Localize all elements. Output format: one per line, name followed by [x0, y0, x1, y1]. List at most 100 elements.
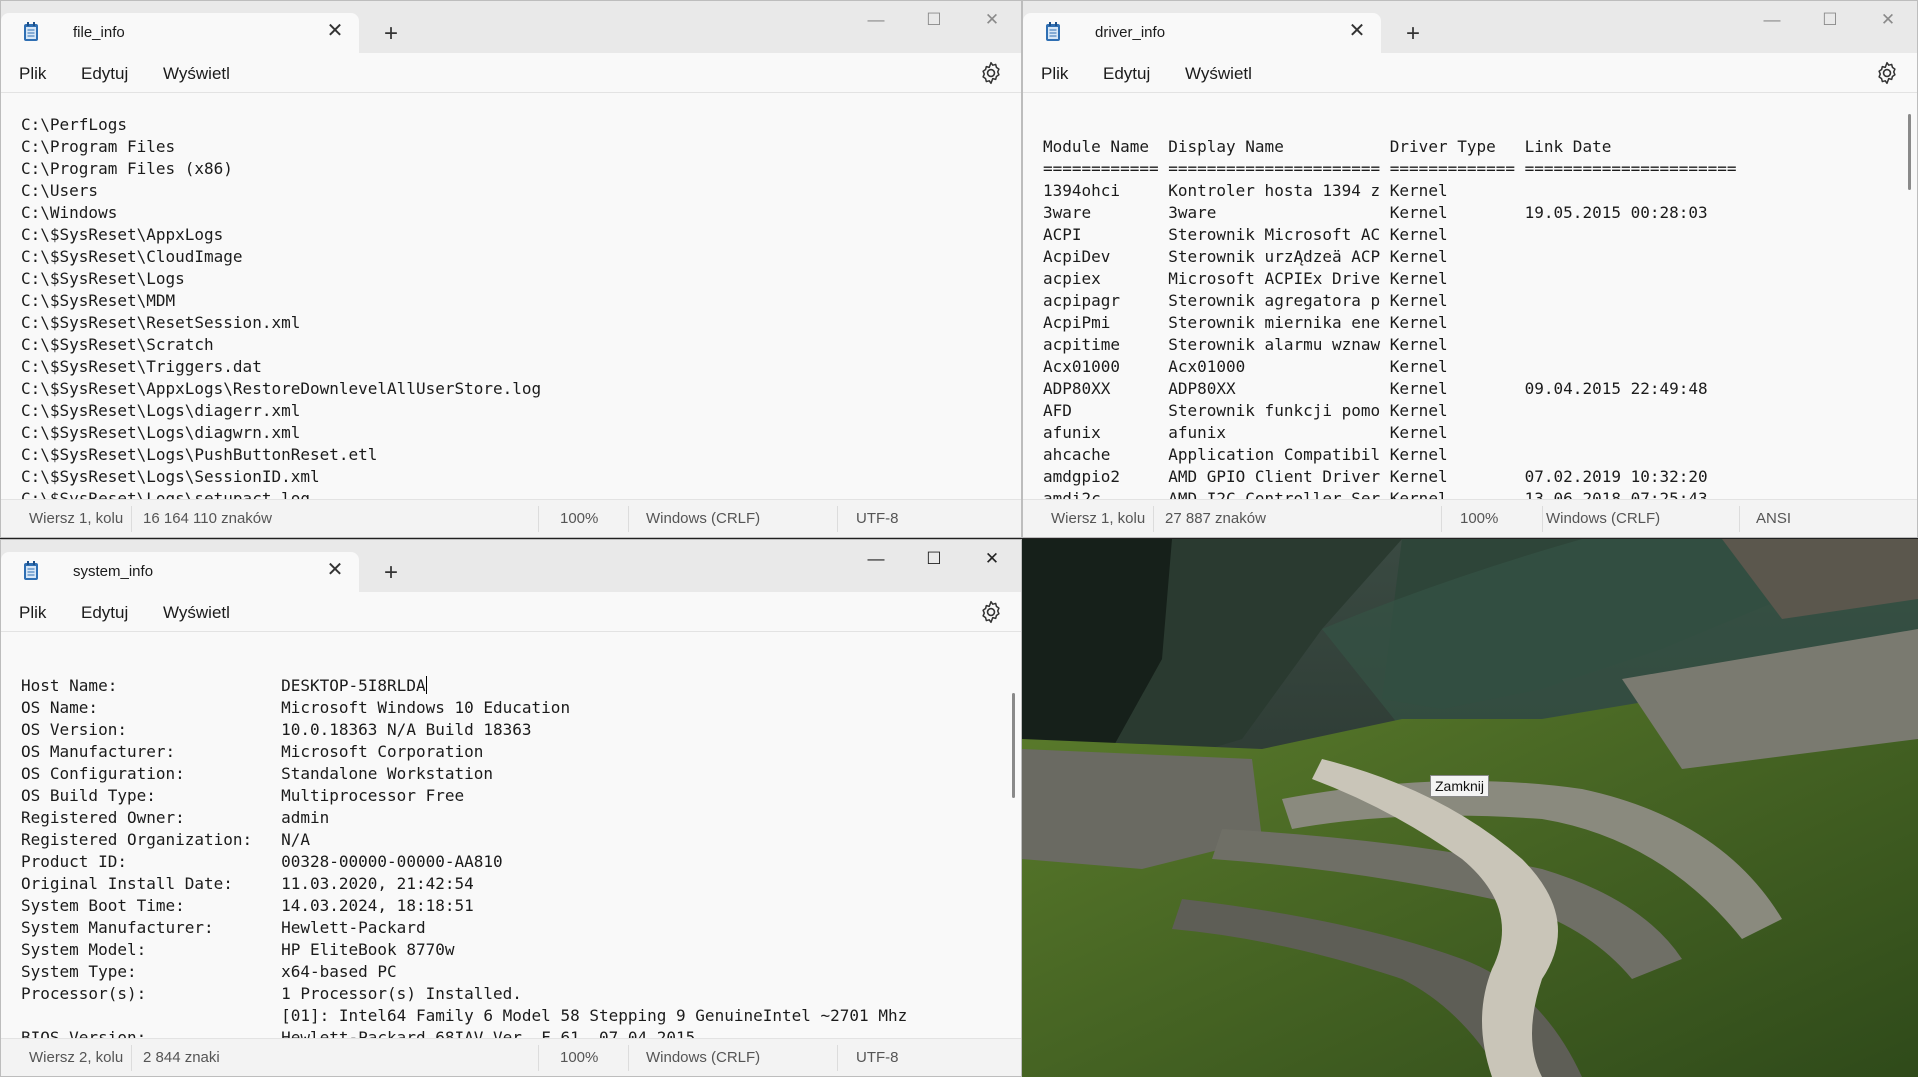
- text-line: Product ID: 00328-00000-00000-AA810: [21, 852, 503, 871]
- text-line: System Model: HP EliteBook 8770w: [21, 940, 455, 959]
- minimize-button[interactable]: —: [847, 1, 905, 39]
- text-line: OS Configuration: Standalone Workstation: [21, 764, 494, 783]
- text-line: C:\$SysReset\AppxLogs\RestoreDownlevelAl…: [21, 379, 542, 398]
- minimize-button[interactable]: —: [1743, 1, 1801, 39]
- status-zoom[interactable]: 100%: [1460, 510, 1498, 527]
- notepad-icon: [1046, 22, 1060, 41]
- close-icon: ✕: [984, 549, 1000, 568]
- new-tab-button[interactable]: +: [1398, 19, 1428, 49]
- menu-bar: Plik Edytuj Wyświetl: [1023, 53, 1917, 93]
- status-line-ending[interactable]: Windows (CRLF): [646, 510, 760, 527]
- tab-system-info[interactable]: system_info ✕: [1, 552, 359, 592]
- text-line: acpitime Sterownik alarmu wznaw Kernel: [1043, 335, 1448, 354]
- status-zoom[interactable]: 100%: [560, 1049, 598, 1066]
- menu-file[interactable]: Plik: [19, 64, 46, 84]
- tab-file-info[interactable]: file_info ✕: [1, 13, 359, 53]
- editor-text: Host Name: DESKTOP-5I8RLDA OS Name: Micro…: [21, 653, 907, 1038]
- maximize-button[interactable]: ☐: [1801, 1, 1859, 39]
- status-line-ending[interactable]: Windows (CRLF): [1546, 510, 1660, 527]
- vertical-scrollbar[interactable]: [1908, 114, 1911, 190]
- status-bar: Wiersz 2, kolu 2 844 znaki 100% Windows …: [1, 1038, 1021, 1076]
- status-char-count: 2 844 znaki: [143, 1049, 220, 1066]
- menu-view[interactable]: Wyświetl: [1185, 64, 1252, 84]
- plus-icon: +: [383, 559, 398, 586]
- text-line: AFD Sterownik funkcji pomo Kernel: [1043, 401, 1448, 420]
- close-icon: ✕: [984, 10, 1000, 29]
- desktop-wallpaper: [1022, 539, 1918, 1077]
- menu-edit[interactable]: Edytuj: [81, 603, 128, 623]
- text-line: C:\Program Files: [21, 137, 176, 156]
- close-icon: ✕: [326, 20, 344, 42]
- menu-edit[interactable]: Edytuj: [81, 64, 128, 84]
- status-encoding[interactable]: UTF-8: [856, 1049, 899, 1066]
- maximize-button[interactable]: ☐: [905, 540, 963, 578]
- gear-icon[interactable]: [1874, 60, 1900, 86]
- gear-icon[interactable]: [978, 599, 1004, 625]
- maximize-icon: ☐: [1822, 10, 1838, 29]
- text-line: 3ware 3ware Kernel 19.05.2015 00:28:03: [1043, 203, 1708, 222]
- menu-edit[interactable]: Edytuj: [1103, 64, 1150, 84]
- text-line: ============ ====================== ====…: [1043, 159, 1737, 178]
- close-window-button[interactable]: ✕: [1859, 1, 1917, 39]
- text-line: Host Name: DESKTOP-5I8RLDA: [21, 676, 427, 695]
- new-tab-button[interactable]: +: [376, 19, 406, 49]
- text-line: ahcache Application Compatibil Kernel: [1043, 445, 1448, 464]
- title-bar[interactable]: system_info ✕ + — ☐ ✕: [1, 540, 1021, 592]
- text-line: C:\$SysReset\CloudImage: [21, 247, 243, 266]
- vertical-scrollbar[interactable]: [1012, 693, 1015, 798]
- menu-bar: Plik Edytuj Wyświetl: [1, 592, 1021, 632]
- plus-icon: +: [383, 20, 398, 47]
- text-editor[interactable]: C:\PerfLogs C:\Program Files C:\Program Fi…: [1, 94, 1021, 499]
- text-line: ACPI Sterownik Microsoft AC Kernel: [1043, 225, 1448, 244]
- text-line: acpipagr Sterownik agregatora p Kernel: [1043, 291, 1448, 310]
- text-line: OS Build Type: Multiprocessor Free: [21, 786, 465, 805]
- menu-view[interactable]: Wyświetl: [163, 603, 230, 623]
- close-window-button[interactable]: ✕: [963, 540, 1021, 578]
- text-line: AcpiPmi Sterownik miernika ene Kernel: [1043, 313, 1448, 332]
- text-editor[interactable]: Host Name: DESKTOP-5I8RLDA OS Name: Micro…: [1, 633, 1021, 1038]
- text-line: C:\$SysReset\MDM: [21, 291, 176, 310]
- status-zoom[interactable]: 100%: [560, 510, 598, 527]
- text-line: [21, 653, 907, 675]
- tab-driver-info[interactable]: driver_info ✕: [1023, 13, 1381, 53]
- text-line: C:\Program Files (x86): [21, 159, 233, 178]
- text-line: C:\$SysReset\Scratch: [21, 335, 214, 354]
- gear-icon[interactable]: [978, 60, 1004, 86]
- minimize-icon: —: [867, 10, 885, 29]
- status-encoding[interactable]: ANSI: [1756, 510, 1791, 527]
- title-bar[interactable]: file_info ✕ + — ☐ ✕: [1, 1, 1021, 53]
- status-char-count: 16 164 110 znaków: [143, 510, 272, 527]
- status-line-ending[interactable]: Windows (CRLF): [646, 1049, 760, 1066]
- status-char-count: 27 887 znaków: [1165, 510, 1266, 527]
- close-tab-button[interactable]: ✕: [323, 558, 347, 582]
- maximize-button[interactable]: ☐: [905, 1, 963, 39]
- new-tab-button[interactable]: +: [376, 558, 406, 588]
- menu-view[interactable]: Wyświetl: [163, 64, 230, 84]
- close-tab-button[interactable]: ✕: [323, 19, 347, 43]
- close-window-button[interactable]: ✕: [963, 1, 1021, 39]
- text-line: Original Install Date: 11.03.2020, 21:42…: [21, 874, 474, 893]
- notepad-icon: [24, 561, 38, 580]
- text-line: Registered Organization: N/A: [21, 830, 310, 849]
- plus-icon: +: [1405, 20, 1420, 47]
- text-editor[interactable]: Module Name Display Name Driver Type Lin…: [1023, 94, 1917, 499]
- status-encoding[interactable]: UTF-8: [856, 510, 899, 527]
- text-line: ADP80XX ADP80XX Kernel 09.04.2015 22:49:…: [1043, 379, 1708, 398]
- title-bar[interactable]: driver_info ✕ + — ☐ ✕: [1023, 1, 1917, 53]
- menu-file[interactable]: Plik: [19, 603, 46, 623]
- text-line: Processor(s): 1 Processor(s) Installed.: [21, 984, 522, 1003]
- close-tab-button[interactable]: ✕: [1345, 19, 1369, 43]
- text-cursor: [425, 676, 427, 694]
- close-icon: ✕: [1348, 20, 1366, 42]
- text-line: C:\$SysReset\Logs\PushButtonReset.etl: [21, 445, 378, 464]
- text-line: acpiex Microsoft ACPIEx Drive Kernel: [1043, 269, 1448, 288]
- menu-file[interactable]: Plik: [1041, 64, 1068, 84]
- text-line: C:\PerfLogs: [21, 115, 127, 134]
- close-tooltip: Zamknij: [1430, 775, 1490, 797]
- notepad-window-file-info: file_info ✕ + — ☐ ✕ Plik Edytuj Wyświetl…: [0, 0, 1022, 538]
- text-line: [1043, 114, 1737, 136]
- notepad-window-driver-info: driver_info ✕ + — ☐ ✕ Plik Edytuj Wyświe…: [1022, 0, 1918, 538]
- minimize-button[interactable]: —: [847, 540, 905, 578]
- text-line: C:\$SysReset\AppxLogs: [21, 225, 224, 244]
- notepad-icon: [24, 22, 38, 41]
